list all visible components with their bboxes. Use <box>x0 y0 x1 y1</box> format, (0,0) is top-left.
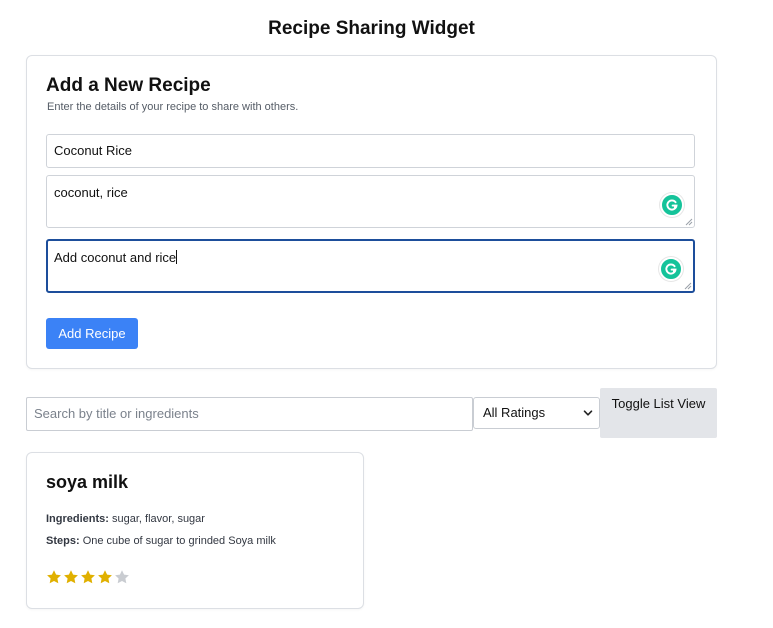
form-subtitle: Enter the details of your recipe to shar… <box>47 101 299 113</box>
star-filled-icon <box>81 570 95 584</box>
resize-handle-icon[interactable] <box>685 218 693 226</box>
grammar-assistant-icon[interactable] <box>659 257 683 281</box>
recipe-ingredients: Ingredients: sugar, flavor, sugar <box>46 513 205 525</box>
search-placeholder: Search by title or ingredients <box>34 406 199 421</box>
grammar-assistant-icon[interactable] <box>660 193 684 217</box>
star-filled-icon <box>64 570 78 584</box>
recipe-title-value: Coconut Rice <box>54 143 133 158</box>
search-input[interactable]: Search by title or ingredients <box>26 397 473 431</box>
resize-handle-icon[interactable] <box>684 282 692 290</box>
star-empty-icon <box>115 570 129 584</box>
page-title: Recipe Sharing Widget <box>268 18 475 39</box>
form-heading: Add a New Recipe <box>46 75 211 96</box>
text-cursor <box>176 250 178 264</box>
star-filled-icon <box>98 570 112 584</box>
ingredients-value: coconut, rice <box>54 185 128 200</box>
steps-text: One cube of sugar to grinded Soya milk <box>82 535 276 547</box>
ingredients-textarea[interactable]: coconut, rice <box>46 175 695 228</box>
recipe-card: soya milk Ingredients: sugar, flavor, su… <box>26 452 364 609</box>
recipe-sharing-page: Recipe Sharing Widget Add a New Recipe E… <box>0 0 773 628</box>
recipe-card-title: soya milk <box>46 472 129 492</box>
star-rating <box>46 569 130 585</box>
star-filled-icon <box>47 570 61 584</box>
recipe-title-input[interactable]: Coconut Rice <box>46 134 695 168</box>
steps-value: Add coconut and rice <box>54 250 177 265</box>
chevron-down-icon <box>583 410 593 416</box>
toggle-list-view-button[interactable]: Toggle List View <box>600 388 717 438</box>
add-recipe-button[interactable]: Add Recipe <box>46 318 138 349</box>
add-recipe-form: Add a New Recipe Enter the details of yo… <box>26 55 717 369</box>
steps-textarea[interactable]: Add coconut and rice <box>46 239 695 293</box>
steps-label: Steps: <box>46 535 80 547</box>
ingredients-text: sugar, flavor, sugar <box>112 513 205 525</box>
rating-filter-select[interactable]: All Ratings <box>473 397 600 429</box>
ingredients-label: Ingredients: <box>46 513 109 525</box>
rating-filter-value: All Ratings <box>483 405 546 420</box>
recipe-steps: Steps: One cube of sugar to grinded Soya… <box>46 535 276 547</box>
